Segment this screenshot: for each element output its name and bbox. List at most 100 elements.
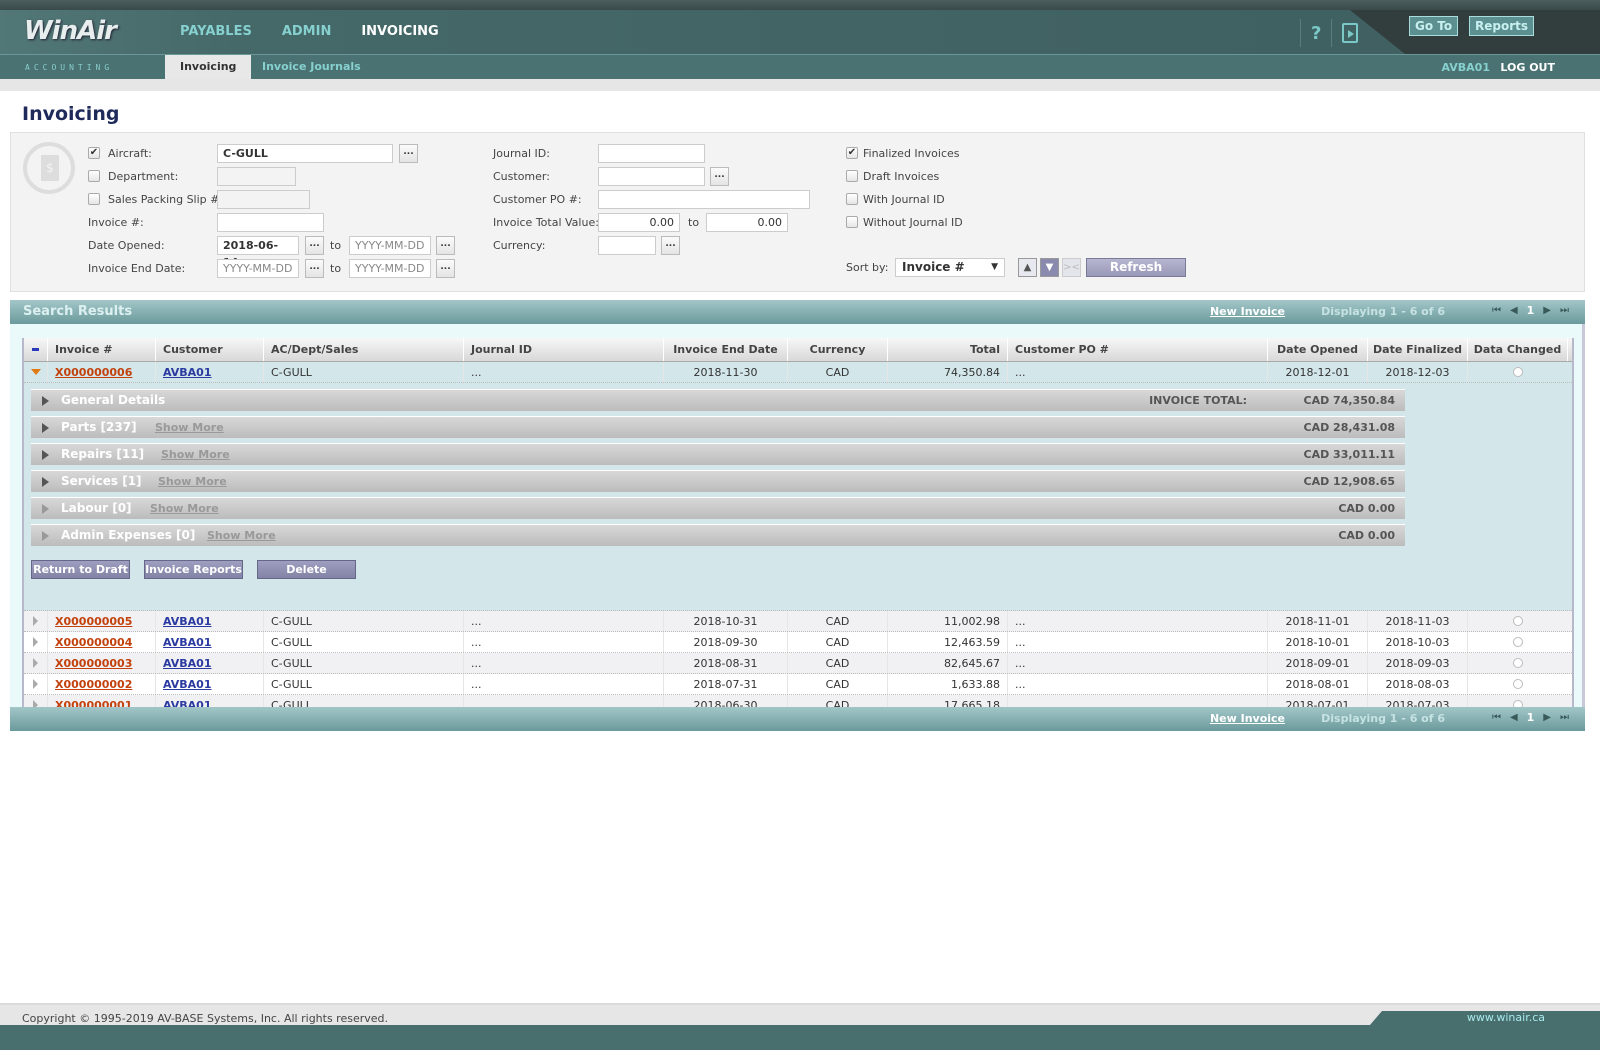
col-customer[interactable]: Customer bbox=[156, 338, 264, 361]
media-document-icon[interactable] bbox=[1342, 23, 1359, 43]
tab-invoice-journals[interactable]: Invoice Journals bbox=[247, 55, 376, 80]
table-row[interactable]: X000000005 AVBA01 C-GULL ... 2018-10-31 … bbox=[24, 611, 1572, 632]
prev-page-icon[interactable]: ◀ bbox=[1510, 305, 1518, 316]
finalized-invoices-checkbox[interactable]: ✔ bbox=[846, 147, 858, 159]
col-total[interactable]: Total bbox=[888, 338, 1008, 361]
section-labour[interactable]: Labour [0] Show More CAD 0.00 bbox=[31, 497, 1405, 519]
expand-row-icon[interactable] bbox=[24, 632, 48, 652]
collapse-row-icon[interactable] bbox=[24, 362, 48, 382]
next-page-icon[interactable]: ▶ bbox=[1543, 305, 1551, 316]
department-input[interactable] bbox=[217, 167, 296, 186]
nav-invoicing[interactable]: INVOICING bbox=[361, 24, 438, 39]
journal-id-input[interactable] bbox=[598, 144, 705, 163]
logout-link[interactable]: LOG OUT bbox=[1500, 61, 1555, 74]
section-repairs[interactable]: Repairs [11] Show More CAD 33,011.11 bbox=[31, 443, 1405, 465]
aircraft-checkbox[interactable]: ✔ bbox=[88, 147, 100, 159]
customer-link[interactable]: AVBA01 bbox=[163, 678, 212, 691]
invoice-total-to-input[interactable]: 0.00 bbox=[706, 213, 788, 232]
first-page-icon[interactable]: ⏮ bbox=[1492, 305, 1501, 316]
invoice-link[interactable]: X000000002 bbox=[55, 678, 132, 691]
customer-lookup-button[interactable]: ... bbox=[710, 167, 729, 186]
return-to-draft-button[interactable]: Return to Draft bbox=[31, 560, 130, 579]
aircraft-lookup-button[interactable]: ... bbox=[399, 144, 418, 163]
clear-sort-button[interactable]: >< bbox=[1062, 258, 1081, 277]
col-journal-id[interactable]: Journal ID bbox=[464, 338, 664, 361]
invoice-end-date-to-input[interactable]: YYYY-MM-DD bbox=[349, 259, 431, 278]
draft-invoices-checkbox[interactable] bbox=[846, 170, 858, 182]
help-icon[interactable]: ? bbox=[1311, 23, 1321, 44]
prev-page-icon[interactable]: ◀ bbox=[1510, 712, 1518, 723]
date-opened-from-picker[interactable]: ... bbox=[305, 236, 324, 255]
reports-button[interactable]: Reports bbox=[1469, 16, 1535, 36]
col-date-opened[interactable]: Date Opened bbox=[1268, 338, 1368, 361]
invoice-end-date-from-picker[interactable]: ... bbox=[305, 259, 324, 278]
last-page-icon[interactable]: ⏭ bbox=[1560, 305, 1569, 316]
customer-link[interactable]: AVBA01 bbox=[163, 636, 212, 649]
section-general-details[interactable]: General Details INVOICE TOTAL: CAD 74,35… bbox=[31, 389, 1405, 411]
sales-packing-slip-checkbox[interactable] bbox=[88, 193, 100, 205]
show-more-link[interactable]: Show More bbox=[207, 529, 276, 542]
show-more-link[interactable]: Show More bbox=[161, 448, 230, 461]
first-page-icon[interactable]: ⏮ bbox=[1492, 712, 1501, 723]
table-row[interactable]: X000000004 AVBA01 C-GULL ... 2018-09-30 … bbox=[24, 632, 1572, 653]
goto-button[interactable]: Go To bbox=[1409, 16, 1459, 36]
table-row[interactable]: X000000006 AVBA01 C-GULL ... 2018-11-30 … bbox=[24, 362, 1572, 383]
refresh-button[interactable]: Refresh bbox=[1086, 258, 1186, 277]
invoice-link[interactable]: X000000003 bbox=[55, 657, 132, 670]
tab-invoicing[interactable]: Invoicing bbox=[165, 55, 252, 80]
with-journal-id-checkbox[interactable] bbox=[846, 193, 858, 205]
customer-input[interactable] bbox=[598, 167, 705, 186]
invoice-end-date-to-picker[interactable]: ... bbox=[436, 259, 455, 278]
last-page-icon[interactable]: ⏭ bbox=[1560, 712, 1569, 723]
sort-by-select[interactable]: Invoice # ▼ bbox=[895, 258, 1005, 277]
table-row[interactable]: X000000003 AVBA01 C-GULL ... 2018-08-31 … bbox=[24, 653, 1572, 674]
aircraft-input[interactable]: C-GULL bbox=[217, 144, 393, 163]
col-customer-po[interactable]: Customer PO # bbox=[1008, 338, 1268, 361]
invoice-total-from-input[interactable]: 0.00 bbox=[598, 213, 680, 232]
date-opened-from-input[interactable]: 2018-06-14 bbox=[217, 236, 299, 269]
section-parts[interactable]: Parts [237] Show More CAD 28,431.08 bbox=[31, 416, 1405, 438]
col-date-finalized[interactable]: Date Finalized bbox=[1368, 338, 1468, 361]
date-opened-to-input[interactable]: YYYY-MM-DD bbox=[349, 236, 431, 255]
currency-input[interactable] bbox=[598, 236, 656, 255]
customer-po-input[interactable] bbox=[598, 190, 810, 209]
invoice-link[interactable]: X000000006 bbox=[55, 366, 132, 379]
invoice-link[interactable]: X000000004 bbox=[55, 636, 132, 649]
section-admin-expenses[interactable]: Admin Expenses [0] Show More CAD 0.00 bbox=[31, 524, 1405, 546]
col-invoice-end-date[interactable]: Invoice End Date bbox=[664, 338, 788, 361]
invoice-link[interactable]: X000000005 bbox=[55, 615, 132, 628]
show-more-link[interactable]: Show More bbox=[155, 421, 224, 434]
customer-link[interactable]: AVBA01 bbox=[163, 657, 212, 670]
show-more-link[interactable]: Show More bbox=[150, 502, 219, 515]
website-link[interactable]: www.winair.ca bbox=[1467, 1011, 1545, 1024]
new-invoice-link[interactable]: New Invoice bbox=[1210, 712, 1285, 725]
customer-link[interactable]: AVBA01 bbox=[163, 366, 212, 379]
expand-row-icon[interactable] bbox=[24, 674, 48, 694]
without-journal-id-checkbox[interactable] bbox=[846, 216, 858, 228]
delete-button[interactable]: Delete bbox=[257, 560, 356, 579]
customer-link[interactable]: AVBA01 bbox=[163, 615, 212, 628]
date-opened-to-picker[interactable]: ... bbox=[436, 236, 455, 255]
nav-admin[interactable]: ADMIN bbox=[282, 24, 332, 39]
sales-packing-slip-input[interactable] bbox=[217, 190, 310, 209]
nav-payables[interactable]: PAYABLES bbox=[180, 24, 252, 39]
invoice-end-date-from-input[interactable]: YYYY-MM-DD bbox=[217, 259, 299, 278]
section-services[interactable]: Services [1] Show More CAD 12,908.65 bbox=[31, 470, 1405, 492]
col-invoice-no[interactable]: Invoice # bbox=[48, 338, 156, 361]
currency-lookup-button[interactable]: ... bbox=[661, 236, 680, 255]
next-page-icon[interactable]: ▶ bbox=[1543, 712, 1551, 723]
invoice-reports-button[interactable]: Invoice Reports bbox=[144, 560, 243, 579]
collapse-all-icon[interactable] bbox=[24, 338, 48, 361]
expand-row-icon[interactable] bbox=[24, 611, 48, 631]
table-row[interactable]: X000000002 AVBA01 C-GULL ... 2018-07-31 … bbox=[24, 674, 1572, 695]
department-checkbox[interactable] bbox=[88, 170, 100, 182]
show-more-link[interactable]: Show More bbox=[158, 475, 227, 488]
new-invoice-link[interactable]: New Invoice bbox=[1210, 305, 1285, 318]
invoice-no-input[interactable] bbox=[217, 213, 324, 232]
expand-row-icon[interactable] bbox=[24, 653, 48, 673]
sort-ascending-button[interactable]: ▲ bbox=[1018, 258, 1037, 277]
col-data-changed[interactable]: Data Changed bbox=[1468, 338, 1568, 361]
sort-descending-button[interactable]: ▼ bbox=[1040, 258, 1059, 277]
col-ac-dept-sales[interactable]: AC/Dept/Sales bbox=[264, 338, 464, 361]
col-currency[interactable]: Currency bbox=[788, 338, 888, 361]
